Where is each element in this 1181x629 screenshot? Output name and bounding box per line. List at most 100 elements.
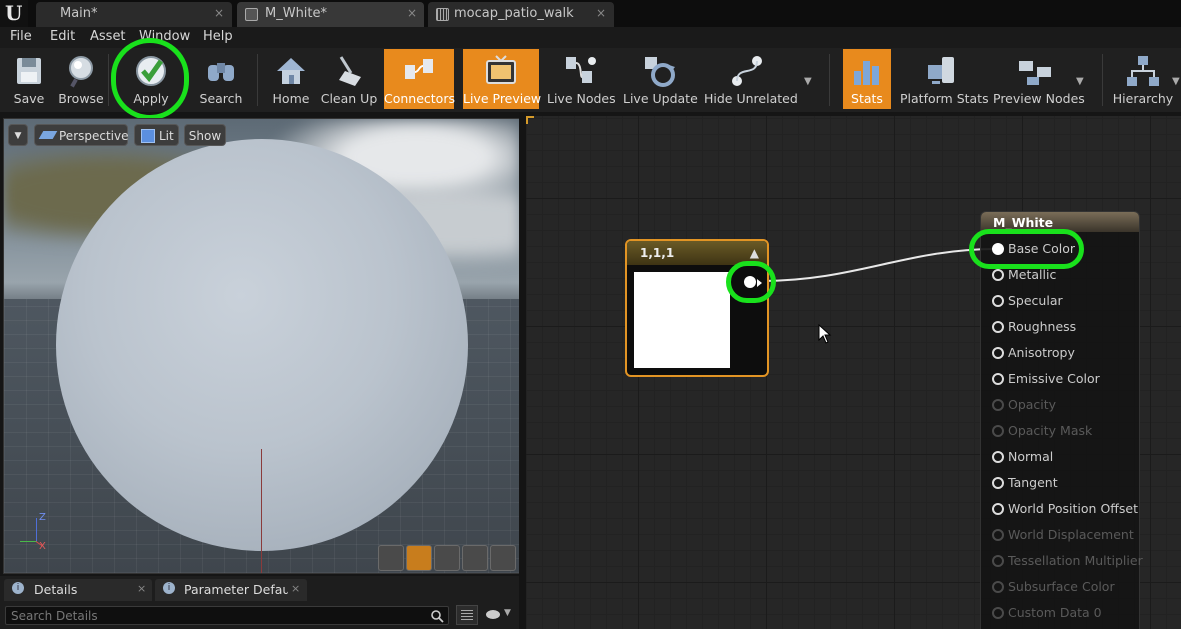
pin-anisotropy[interactable]: Anisotropy [992,345,1075,365]
hierarchy-button[interactable]: Hierarchy [1112,49,1174,109]
hide-unrelated-icon [732,56,762,86]
hide-unrelated-button[interactable]: Hide Unrelated [704,49,798,109]
pin-icon [992,555,1004,567]
material-graph-canvas[interactable]: 1,1,1 ▲ M_White Base Color Metallic Spec… [526,116,1181,629]
tab-m-white-close-icon[interactable]: × [407,6,417,20]
checkmark-icon [136,56,166,86]
preview-nodes-caret-icon[interactable]: ▼ [1076,76,1084,87]
tab-parameter-defaults[interactable]: i Parameter Defaults × [155,579,307,601]
pin-wpo-label: World Position Offset [1008,501,1138,516]
home-button[interactable]: Home [267,49,315,109]
tv-icon [486,55,516,84]
unreal-logo[interactable]: U [0,0,28,27]
live-update-button[interactable]: Live Update [623,49,698,109]
document-tab-bar: U Main* × M_White* × mocap_patio_walk × [0,0,1181,27]
output-pin-arrow-icon [757,279,762,287]
tab-mocap-close-icon[interactable]: × [596,6,606,20]
pin-specular[interactable]: Specular [992,293,1063,313]
clean-up-label: Clean Up [320,91,378,106]
tab-details-label: Details [34,582,78,597]
stats-button[interactable]: Stats [843,49,891,109]
pin-tangent[interactable]: Tangent [992,475,1058,495]
save-button[interactable]: Save [4,49,54,109]
tab-main-close-icon[interactable]: × [214,6,224,20]
viewport-options-dropdown[interactable]: ▼ [8,124,28,146]
pin-metallic[interactable]: Metallic [992,267,1056,287]
save-icon [17,58,41,84]
menu-file[interactable]: File [10,29,32,44]
pin-base-color-label: Base Color [1008,241,1076,256]
preview-viewport[interactable]: ▼ Perspective Lit Show Z X [3,118,521,574]
live-preview-button[interactable]: Live Preview [463,49,542,109]
search-details-input[interactable]: Search Details [5,606,449,625]
cylinder-preview-icon[interactable] [378,545,404,571]
axis-x-label: X [39,541,46,552]
search-button[interactable]: Search [196,49,246,109]
menu-edit[interactable]: Edit [50,29,75,44]
property-matrix-icon[interactable] [456,605,478,625]
preview-nodes-button[interactable]: Preview Nodes [993,49,1085,109]
toolbar-separator [1102,54,1103,106]
live-nodes-button[interactable]: Live Nodes [547,49,616,109]
preview-sphere [56,139,468,551]
show-button[interactable]: Show [184,124,226,146]
pin-normal[interactable]: Normal [992,449,1053,469]
axis-gizmo: Z X [16,512,46,552]
stats-icon [854,61,879,85]
menu-asset[interactable]: Asset [90,29,126,44]
platform-stats-label: Platform Stats [900,91,989,106]
cube-preview-icon[interactable] [462,545,488,571]
clean-up-button[interactable]: Clean Up [320,49,378,109]
tab-details-close-icon[interactable]: × [137,582,146,595]
pin-icon [992,529,1004,541]
perspective-button[interactable]: Perspective [34,124,129,146]
stats-label: Stats [851,91,883,106]
pin-roughness-label: Roughness [1008,319,1077,334]
tab-main-label: Main* [60,6,98,21]
plane-preview-icon[interactable] [434,545,460,571]
constant3vector-node[interactable]: 1,1,1 ▲ [625,239,769,377]
constant-node-title: 1,1,1 [640,246,675,260]
teapot-preview-icon[interactable] [490,545,516,571]
tab-details[interactable]: i Details × [4,579,152,601]
tab-m-white-label: M_White* [265,6,328,21]
lit-button[interactable]: Lit [134,124,179,146]
toolbar-separator [829,54,830,106]
magnifier-icon [69,56,93,88]
menu-help[interactable]: Help [203,29,233,44]
tab-params-close-icon[interactable]: × [291,582,300,595]
hierarchy-caret-icon[interactable]: ▼ [1172,76,1180,87]
sphere-preview-icon[interactable] [406,545,432,571]
browse-button[interactable]: Browse [56,49,106,109]
live-preview-label: Live Preview [463,91,542,106]
pin-base-color[interactable]: Base Color [992,241,1075,261]
material-result-node[interactable]: M_White Base Color Metallic Specular Rou… [980,211,1143,629]
pin-roughness[interactable]: Roughness [992,319,1076,339]
menu-window[interactable]: Window [139,29,190,44]
tab-main[interactable]: Main* × [36,2,232,27]
pin-icon [992,581,1004,593]
details-panel: i Details × i Parameter Defaults × Searc… [0,576,522,629]
visibility-eye-icon[interactable]: ▼ [484,607,516,623]
pin-connected-icon [992,243,1004,255]
pin-icon [992,607,1004,619]
connectors-button[interactable]: Connectors [384,49,455,109]
base-color-wire [759,248,997,282]
search-icon [431,610,444,623]
tab-m-white[interactable]: M_White* × [237,2,424,27]
pin-emissive-color[interactable]: Emissive Color [992,371,1100,391]
panel-splitter[interactable] [519,112,526,629]
menu-bar: File Edit Asset Window Help [0,27,1181,49]
toolbar-overflow-caret-icon[interactable]: ▼ [804,76,812,87]
pin-world-position-offset[interactable]: World Position Offset [992,501,1138,521]
pin-emissive-label: Emissive Color [1008,371,1100,386]
search-details-placeholder: Search Details [11,609,98,623]
pin-icon [992,399,1004,411]
platform-stats-button[interactable]: Platform Stats [900,49,989,109]
live-nodes-icon [566,57,596,83]
apply-label: Apply [133,91,169,106]
apply-button[interactable]: Apply [120,49,182,109]
tab-mocap-patio-walk[interactable]: mocap_patio_walk × [428,2,614,27]
output-pin[interactable] [744,276,756,288]
collapse-triangle-icon[interactable]: ▲ [750,246,759,260]
